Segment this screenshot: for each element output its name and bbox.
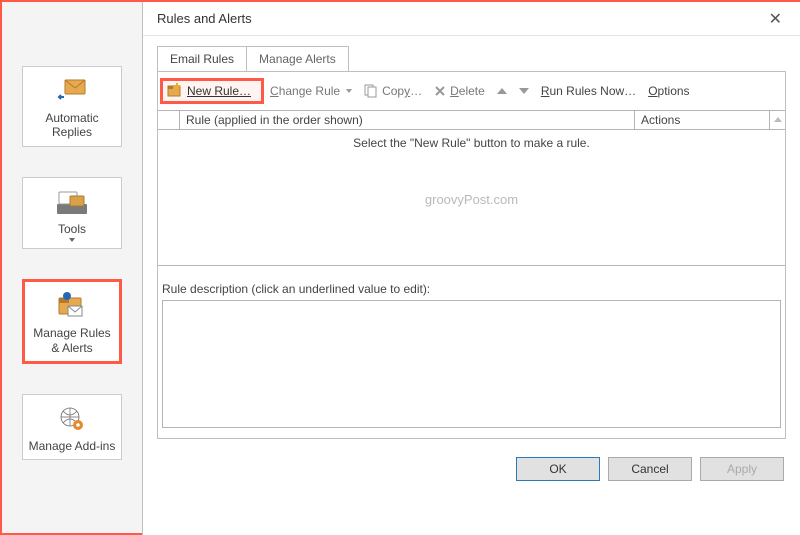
watermark-text: groovyPost.com — [158, 192, 785, 207]
automatic-replies-icon — [56, 77, 88, 105]
move-up-button[interactable] — [497, 88, 507, 94]
delete-icon — [434, 85, 446, 97]
new-rule-label: New Rule… — [187, 84, 251, 98]
scroll-up-button[interactable] — [769, 111, 785, 129]
rules-list: Select the "New Rule" button to make a r… — [158, 130, 785, 266]
manage-addins-label: Manage Add-ins — [27, 439, 117, 453]
delete-button[interactable]: Delete — [428, 81, 491, 101]
copy-icon — [364, 84, 378, 98]
new-rule-button[interactable]: New Rule… — [160, 78, 264, 104]
col-rule-header: Rule (applied in the order shown) — [180, 111, 635, 129]
tab-manage-alerts[interactable]: Manage Alerts — [246, 46, 349, 71]
rules-grid-header: Rule (applied in the order shown) Action… — [158, 110, 785, 130]
manage-addins-icon — [56, 405, 88, 433]
ok-button[interactable]: OK — [516, 457, 600, 481]
automatic-replies-button[interactable]: Automatic Replies — [22, 66, 122, 147]
manage-addins-button[interactable]: Manage Add-ins — [22, 394, 122, 460]
change-rule-button[interactable]: Change Rule — [264, 81, 358, 101]
empty-rules-message: Select the "New Rule" button to make a r… — [158, 130, 785, 150]
tab-bar: Email Rules Manage Alerts — [143, 36, 800, 71]
manage-rules-icon — [56, 292, 88, 320]
rules-and-alerts-dialog: Rules and Alerts ✕ Email Rules Manage Al… — [142, 2, 800, 535]
col-actions-header: Actions — [635, 111, 769, 129]
dialog-buttons: OK Cancel Apply — [143, 449, 800, 493]
new-rule-icon — [167, 83, 183, 99]
manage-rules-label: Manage Rules & Alerts — [29, 326, 115, 355]
close-button[interactable]: ✕ — [759, 5, 792, 33]
move-down-button[interactable] — [519, 88, 529, 94]
manage-rules-alerts-button[interactable]: Manage Rules & Alerts — [22, 279, 122, 364]
rule-description-label: Rule description (click an underlined va… — [158, 266, 785, 300]
tools-button[interactable]: Tools — [22, 177, 122, 249]
options-button[interactable]: Options — [642, 81, 695, 101]
apply-button[interactable]: Apply — [700, 457, 784, 481]
tools-icon — [56, 188, 88, 216]
rule-description-box — [162, 300, 781, 428]
col-checkbox — [158, 111, 180, 129]
tab-email-rules[interactable]: Email Rules — [157, 46, 247, 71]
chevron-down-icon — [346, 89, 352, 93]
cancel-button[interactable]: Cancel — [608, 457, 692, 481]
toolbar: New Rule… Change Rule Copy… Delete Run R… — [158, 72, 785, 110]
automatic-replies-label: Automatic Replies — [27, 111, 117, 140]
tools-label: Tools — [27, 222, 117, 236]
dialog-title: Rules and Alerts — [157, 11, 759, 26]
run-rules-now-button[interactable]: Run Rules Now… — [535, 81, 642, 101]
copy-button[interactable]: Copy… — [358, 81, 428, 101]
chevron-down-icon — [69, 238, 75, 242]
email-rules-pane: New Rule… Change Rule Copy… Delete Run R… — [157, 71, 786, 439]
